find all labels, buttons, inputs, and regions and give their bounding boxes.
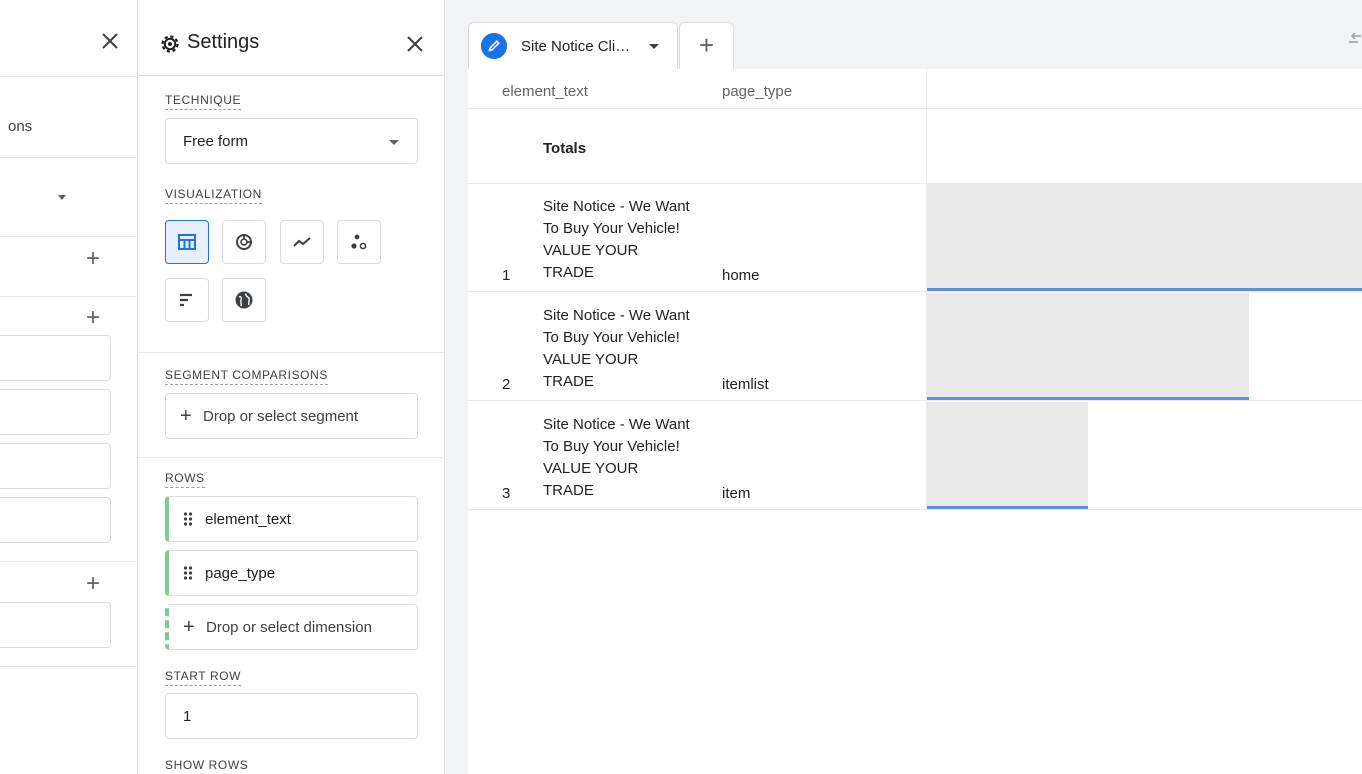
variable-slot[interactable] xyxy=(0,602,111,648)
chevron-down-icon xyxy=(389,140,399,145)
line-chart-icon xyxy=(293,237,311,247)
table-row[interactable]: 3 Site Notice - We Want To Buy Your Vehi… xyxy=(468,402,1362,510)
cell-page-type: home xyxy=(722,267,760,284)
drag-handle-icon[interactable] xyxy=(183,511,193,527)
undo-icon[interactable] xyxy=(1348,30,1362,48)
tab-site-notice[interactable]: Site Notice Cli… xyxy=(468,22,678,69)
globe-icon xyxy=(235,291,253,309)
divider xyxy=(0,76,137,77)
dimension-dropzone[interactable]: + Drop or select dimension xyxy=(165,604,418,650)
header-rule xyxy=(468,108,1362,109)
add-icon[interactable]: + xyxy=(83,572,103,596)
row-rule xyxy=(468,400,1362,401)
row-rule xyxy=(468,291,1362,292)
viz-donut-button[interactable] xyxy=(222,220,266,264)
tab-label: Site Notice Cli… xyxy=(521,38,631,55)
row-number: 2 xyxy=(502,376,511,393)
drag-handle-icon[interactable] xyxy=(183,565,193,581)
segment-dropzone-text: Drop or select segment xyxy=(203,408,359,425)
table-row[interactable]: 2 Site Notice - We Want To Buy Your Vehi… xyxy=(468,293,1362,401)
cell-element-text: Site Notice - We Want To Buy Your Vehicl… xyxy=(543,198,690,281)
row-dimension-label: element_text xyxy=(205,511,291,528)
bar-chart-icon xyxy=(180,293,192,307)
column-header-element-text[interactable]: element_text xyxy=(502,83,588,100)
variable-slot[interactable] xyxy=(0,443,111,489)
divider xyxy=(138,352,444,353)
add-icon[interactable]: + xyxy=(83,306,103,330)
cell-element-text: Site Notice - We Want To Buy Your Vehicl… xyxy=(543,307,690,390)
dimension-dropzone-text: Drop or select dimension xyxy=(206,619,372,636)
row-number: 1 xyxy=(502,267,511,284)
canvas-area: Site Notice Cli… + element_text page_typ… xyxy=(446,0,1362,774)
divider xyxy=(0,157,137,158)
add-icon: + xyxy=(180,405,192,427)
segment-dropzone[interactable]: + Drop or select segment xyxy=(165,393,418,439)
viz-map-button[interactable] xyxy=(222,278,266,322)
viz-line-button[interactable] xyxy=(280,220,324,264)
donut-chart-icon xyxy=(236,234,252,250)
divider xyxy=(0,236,137,237)
start-row-field[interactable]: 1 xyxy=(165,693,418,739)
gear-icon xyxy=(161,35,179,53)
viz-bar-button[interactable] xyxy=(165,278,209,322)
close-icon[interactable] xyxy=(404,33,426,55)
technique-dropdown[interactable]: Free form xyxy=(165,118,418,164)
viz-scatter-button[interactable] xyxy=(337,220,381,264)
add-icon[interactable]: + xyxy=(83,247,103,271)
chevron-down-icon[interactable] xyxy=(649,44,659,49)
cell-page-type: item xyxy=(722,485,751,502)
technique-label: TECHNIQUE xyxy=(165,93,242,110)
add-tab-button[interactable]: + xyxy=(679,22,734,69)
visualization-label: VISUALIZATION xyxy=(165,187,262,204)
start-row-value: 1 xyxy=(183,708,192,725)
variable-slot[interactable] xyxy=(0,497,111,543)
metric-bar xyxy=(927,184,1362,291)
variable-slot[interactable] xyxy=(0,389,111,435)
metric-bar xyxy=(927,402,1088,509)
add-icon: + xyxy=(183,616,195,638)
metric-bar xyxy=(927,293,1249,400)
chevron-down-icon[interactable] xyxy=(58,195,66,200)
divider xyxy=(138,457,444,458)
start-row-label: START ROW xyxy=(165,669,242,686)
viz-table-button[interactable] xyxy=(165,220,209,264)
segment-comparisons-label: SEGMENT COMPARISONS xyxy=(165,368,328,385)
divider xyxy=(0,561,137,562)
close-icon[interactable] xyxy=(99,30,121,52)
scatter-chart-icon xyxy=(351,234,367,250)
pencil-icon[interactable] xyxy=(481,33,507,59)
totals-label: Totals xyxy=(543,140,587,157)
table-icon xyxy=(178,234,196,250)
freeform-table: element_text page_type Totals 1 Site Not… xyxy=(468,69,1362,774)
settings-header: Settings xyxy=(138,0,444,76)
row-dimension-label: page_type xyxy=(205,565,276,582)
technique-value: Free form xyxy=(183,133,249,150)
variables-section-label: ons xyxy=(8,118,33,135)
row-dimension-page-type[interactable]: page_type xyxy=(165,550,418,596)
rows-label: ROWS xyxy=(165,471,205,488)
divider xyxy=(0,666,137,667)
row-rule xyxy=(468,509,1362,510)
table-row[interactable]: 1 Site Notice - We Want To Buy Your Vehi… xyxy=(468,184,1362,292)
cell-element-text: Site Notice - We Want To Buy Your Vehicl… xyxy=(543,416,690,499)
panel-title: Settings xyxy=(187,31,260,53)
cell-page-type: itemlist xyxy=(722,376,769,393)
row-number: 3 xyxy=(502,485,511,502)
tab-strip: Site Notice Cli… + xyxy=(446,10,1362,69)
settings-panel: Settings TECHNIQUE Free form VISUALIZATI… xyxy=(138,0,445,774)
variable-slot[interactable] xyxy=(0,335,111,381)
column-header-page-type[interactable]: page_type xyxy=(722,83,792,100)
show-rows-label: SHOW ROWS xyxy=(165,758,248,774)
row-dimension-element-text[interactable]: element_text xyxy=(165,496,418,542)
variables-panel: ons + + + xyxy=(0,0,138,774)
divider xyxy=(0,296,137,297)
